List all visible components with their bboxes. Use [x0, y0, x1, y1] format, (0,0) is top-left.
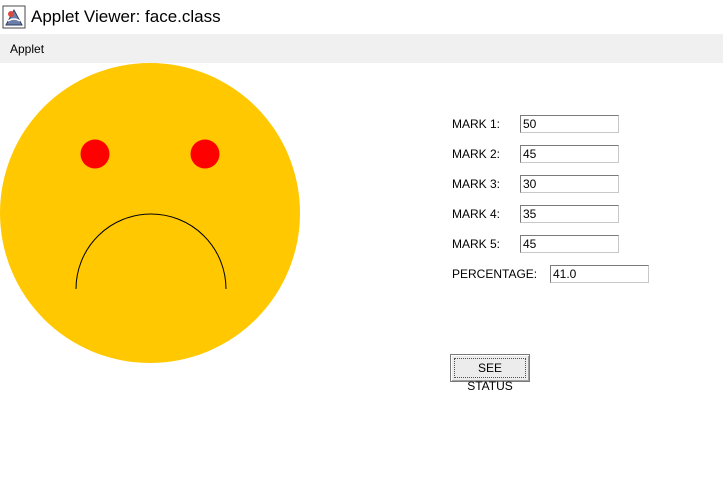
mark-5-input[interactable] — [520, 235, 619, 253]
sad-face-drawing — [0, 63, 300, 363]
face-circle — [0, 63, 300, 363]
menu-bar: Applet — [0, 34, 723, 63]
mark-5-label: MARK 5: — [452, 237, 501, 251]
mark-2-input[interactable] — [520, 145, 619, 163]
see-status-label: SEE STATUS — [454, 358, 526, 393]
mark-4-label: MARK 4: — [452, 207, 501, 221]
title-bar: Applet Viewer: face.class — [0, 0, 723, 34]
see-status-button[interactable]: SEE STATUS — [450, 354, 530, 393]
menu-item-applet[interactable]: Applet — [10, 42, 44, 56]
applet-viewer-window: Applet Viewer: face.class Applet MARK 1:… — [0, 0, 723, 503]
mark-2-label: MARK 2: — [452, 147, 501, 161]
right-eye — [190, 139, 220, 169]
mark-1-label: MARK 1: — [452, 117, 501, 131]
mark-1-input[interactable] — [520, 115, 619, 133]
mark-3-label: MARK 3: — [452, 177, 501, 191]
mark-4-input[interactable] — [520, 205, 619, 223]
window-title: Applet Viewer: face.class — [31, 7, 221, 26]
percentage-label: PERCENTAGE: — [452, 267, 538, 281]
percentage-input[interactable] — [550, 265, 649, 283]
java-applet-icon — [2, 5, 26, 29]
left-eye — [80, 139, 110, 169]
mark-3-input[interactable] — [520, 175, 619, 193]
